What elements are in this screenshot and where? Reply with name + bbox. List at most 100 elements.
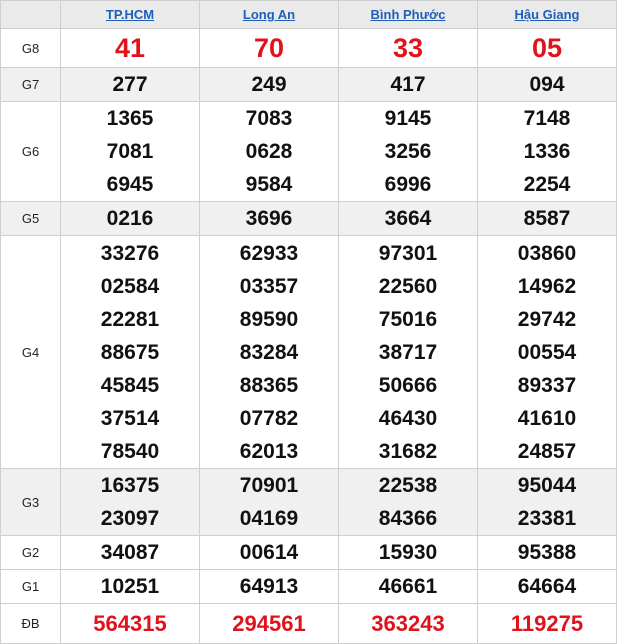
prize-label: G7: [0, 67, 61, 102]
prize-number: 417: [390, 73, 426, 96]
prize-label: G8: [0, 28, 61, 68]
prize-number: 41610: [517, 406, 577, 430]
prize-cell: 70901 04169: [199, 468, 339, 536]
prize-cell: 22538 84366: [338, 468, 478, 536]
prize-cell: 8587: [477, 201, 617, 236]
prize-cell: 1365 7081 6945: [60, 101, 200, 202]
prize-label: G3: [0, 468, 61, 536]
prize-number: 8587: [523, 207, 571, 230]
prize-number: 3664: [384, 207, 432, 230]
province-link-binh-phuoc[interactable]: Bình Phước: [371, 7, 446, 22]
prize-number: 84366: [378, 507, 438, 530]
prize-number: 50666: [378, 373, 438, 397]
prize-number: 03357: [239, 274, 299, 298]
prize-number: 7148: [523, 107, 571, 130]
prize-number: 31682: [378, 439, 438, 463]
prize-number: 29742: [517, 307, 577, 331]
prize-number: 95388: [517, 541, 577, 564]
prize-number: 45845: [100, 373, 160, 397]
prize-cell: 9145 3256 6996: [338, 101, 478, 202]
province-header-row: TP.HCM Long An Bình Phước Hậu Giang: [0, 0, 617, 29]
special-prize-number: 119275: [510, 610, 584, 636]
prize-number: 46430: [378, 406, 438, 430]
prize-number: 62933: [239, 241, 299, 265]
prize-number: 1365: [106, 107, 154, 130]
prize-number: 89337: [517, 373, 577, 397]
special-prize-number: 363243: [371, 610, 445, 636]
prize-number: 88675: [100, 340, 160, 364]
prize-cell: 417: [338, 67, 478, 102]
prize-cell: 03860 14962 29742 00554 89337 41610 2485…: [477, 235, 617, 469]
prize-number: 07782: [239, 406, 299, 430]
special-prize-number: 294561: [232, 610, 306, 636]
prize-number: 277: [112, 73, 148, 96]
prize-number: 02584: [100, 274, 160, 298]
prize-cell: 95044 23381: [477, 468, 617, 536]
prize-number: 7083: [245, 107, 293, 130]
prize-number: 34087: [100, 541, 160, 564]
prize-label: G5: [0, 201, 61, 236]
prize-number: 2254: [523, 173, 571, 196]
prize-number: 64913: [239, 575, 299, 598]
prize-number: 04169: [239, 507, 299, 530]
prize-number: 22281: [100, 307, 160, 331]
prize-row-g8: G8 41 70 33 05: [0, 28, 617, 68]
prize-number: 70901: [239, 474, 299, 497]
prize-row-g1: G1 10251 64913 46661 64664: [0, 569, 617, 604]
prize-label: G1: [0, 569, 61, 604]
prize-number: 33: [392, 33, 424, 63]
prize-number: 9584: [245, 173, 293, 196]
prize-cell: 3664: [338, 201, 478, 236]
prize-number: 9145: [384, 107, 432, 130]
prize-label: G2: [0, 535, 61, 570]
prize-cell: 41: [60, 28, 200, 68]
prize-number: 37514: [100, 406, 160, 430]
prize-number: 97301: [378, 241, 438, 265]
prize-number: 23097: [100, 507, 160, 530]
prize-cell: 05: [477, 28, 617, 68]
corner-cell: [0, 0, 61, 29]
prize-row-g6: G6 1365 7081 6945 7083 0628 9584 9145 32…: [0, 101, 617, 202]
prize-cell: 97301 22560 75016 38717 50666 46430 3168…: [338, 235, 478, 469]
prize-label: ĐB: [0, 603, 61, 644]
prize-cell: 3696: [199, 201, 339, 236]
prize-cell: 62933 03357 89590 83284 88365 07782 6201…: [199, 235, 339, 469]
prize-cell: 33276 02584 22281 88675 45845 37514 7854…: [60, 235, 200, 469]
prize-row-g2: G2 34087 00614 15930 95388: [0, 535, 617, 570]
prize-number: 22560: [378, 274, 438, 298]
province-header: TP.HCM: [60, 0, 200, 29]
prize-cell: 0216: [60, 201, 200, 236]
prize-cell: 34087: [60, 535, 200, 570]
province-link-hau-giang[interactable]: Hậu Giang: [514, 7, 579, 22]
province-header: Long An: [199, 0, 339, 29]
prize-cell: 15930: [338, 535, 478, 570]
prize-number: 6945: [106, 173, 154, 196]
prize-number: 62013: [239, 439, 299, 463]
province-header: Bình Phước: [338, 0, 478, 29]
prize-number: 0216: [106, 207, 154, 230]
prize-number: 05: [531, 33, 563, 63]
prize-number: 14962: [517, 274, 577, 298]
prize-cell: 10251: [60, 569, 200, 604]
prize-number: 88365: [239, 373, 299, 397]
special-prize-number: 564315: [93, 610, 167, 636]
prize-cell: 249: [199, 67, 339, 102]
province-link-tphcm[interactable]: TP.HCM: [106, 7, 154, 22]
prize-number: 6996: [384, 173, 432, 196]
prize-number: 83284: [239, 340, 299, 364]
prize-number: 46661: [378, 575, 438, 598]
province-link-long-an[interactable]: Long An: [243, 7, 295, 22]
prize-number: 78540: [100, 439, 160, 463]
prize-number: 16375: [100, 474, 160, 497]
prize-number: 1336: [523, 140, 571, 163]
prize-number: 7081: [106, 140, 154, 163]
prize-row-g3: G3 16375 23097 70901 04169 22538 84366 9…: [0, 468, 617, 536]
prize-number: 33276: [100, 241, 160, 265]
prize-number: 38717: [378, 340, 438, 364]
prize-cell: 95388: [477, 535, 617, 570]
prize-row-g5: G5 0216 3696 3664 8587: [0, 201, 617, 236]
prize-number: 3696: [245, 207, 293, 230]
prize-number: 3256: [384, 140, 432, 163]
prize-number: 094: [529, 73, 565, 96]
prize-label: G6: [0, 101, 61, 202]
